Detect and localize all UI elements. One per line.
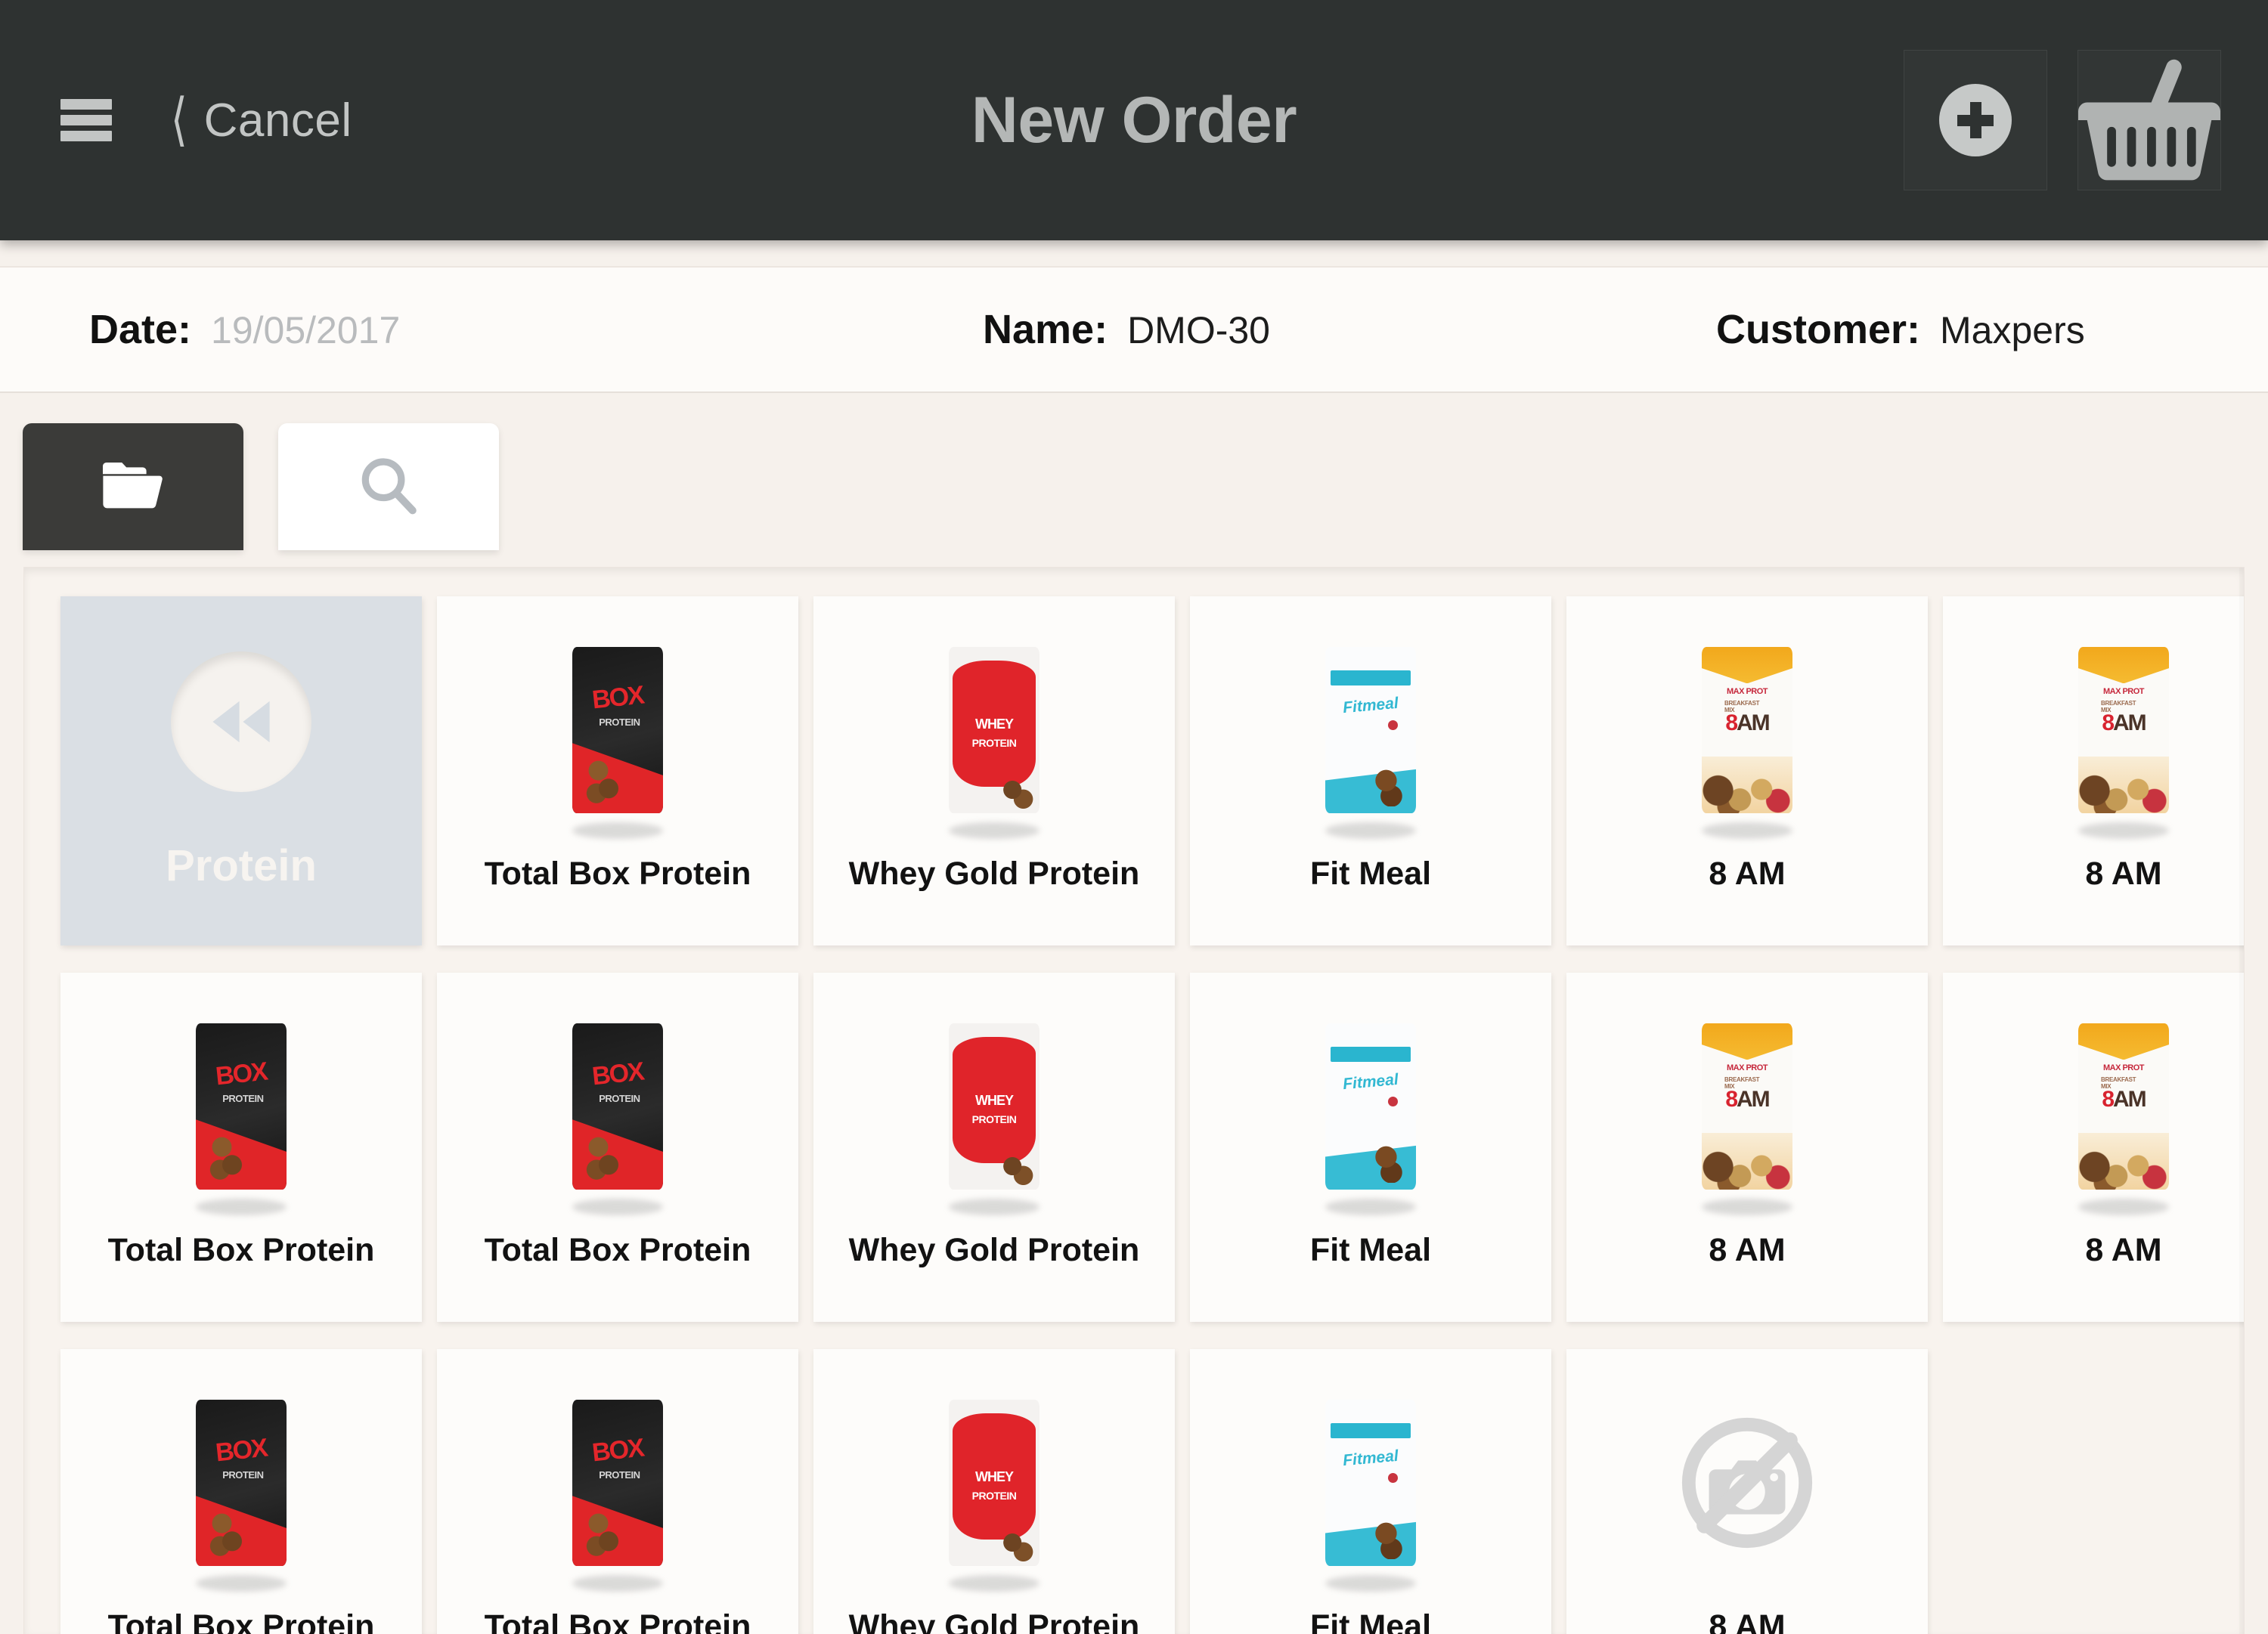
plus-circle-icon	[1939, 84, 2012, 156]
product-label: Fit Meal	[1309, 856, 1432, 892]
product-image: BOX PROTEIN	[437, 973, 798, 1230]
product-label: Fit Meal	[1309, 1608, 1432, 1634]
product-image: Fitmeal	[1190, 973, 1551, 1230]
basket-button[interactable]	[2077, 50, 2221, 190]
product-image: MAX PROT BREAKFAST MIX 8AM	[1566, 973, 1928, 1230]
product-label: Whey Gold Protein	[848, 856, 1140, 892]
name-value: DMO-30	[1127, 309, 1270, 351]
product-grid: Protein BOX PROTEIN Total Box Protein WHEY PR…	[60, 596, 2244, 1634]
product-image: BOX PROTEIN	[437, 1349, 798, 1606]
product-image: MAX PROT BREAKFAST MIX 8AM	[1943, 596, 2244, 853]
product-image: WHEY PROTEIN	[813, 1349, 1175, 1606]
tab-search[interactable]	[278, 423, 499, 550]
category-back-tile[interactable]: Protein	[60, 596, 422, 945]
date-field[interactable]: Date: 19/05/2017	[89, 306, 400, 353]
add-item-button[interactable]	[1904, 50, 2047, 190]
navbar-right-group	[1904, 0, 2221, 240]
customer-label: Customer:	[1716, 307, 1921, 352]
product-label: 8 AM	[2085, 1232, 2162, 1268]
product-label: Fit Meal	[1309, 1232, 1432, 1268]
product-tile[interactable]: MAX PROT BREAKFAST MIX 8AM 8 AM	[1566, 596, 1928, 945]
product-label: 8 AM	[1709, 856, 1786, 892]
product-tile[interactable]: MAX PROT BREAKFAST MIX 8AM 8 AM	[1943, 973, 2244, 1322]
product-image: WHEY PROTEIN	[813, 596, 1175, 853]
tab-catalog[interactable]	[23, 423, 243, 550]
product-tile[interactable]: BOX PROTEIN Total Box Protein	[60, 1349, 422, 1634]
product-label: Total Box Protein	[107, 1608, 375, 1634]
product-label: 8 AM	[1709, 1608, 1786, 1634]
shopping-basket-icon	[2078, 59, 2220, 181]
navbar-left-group: ⟨ Cancel	[60, 91, 352, 149]
vertical-scrollbar[interactable]	[2239, 568, 2244, 1634]
product-tile[interactable]: Fitmeal Fit Meal	[1190, 973, 1551, 1322]
product-image: BOX PROTEIN	[60, 973, 422, 1230]
product-tile[interactable]: BOX PROTEIN Total Box Protein	[60, 973, 422, 1322]
tab-strip	[23, 423, 499, 550]
product-tile[interactable]: Fitmeal Fit Meal	[1190, 1349, 1551, 1634]
product-image: MAX PROT BREAKFAST MIX 8AM	[1566, 596, 1928, 853]
product-tile[interactable]: WHEY PROTEIN Whey Gold Protein	[813, 973, 1175, 1322]
top-navbar: ⟨ Cancel New Order	[0, 0, 2268, 240]
customer-field[interactable]: Customer: Maxpers	[1716, 306, 2085, 353]
product-grid-panel[interactable]: Protein BOX PROTEIN Total Box Protein WHEY PR…	[23, 567, 2245, 1634]
product-tile[interactable]: BOX PROTEIN Total Box Protein	[437, 1349, 798, 1634]
no-image-icon	[1681, 1417, 1813, 1549]
product-label: Total Box Protein	[484, 856, 751, 892]
product-label: Whey Gold Protein	[848, 1232, 1140, 1268]
product-label: Total Box Protein	[107, 1232, 375, 1268]
product-tile[interactable]: WHEY PROTEIN Whey Gold Protein	[813, 1349, 1175, 1634]
rewind-icon	[171, 651, 311, 792]
product-image: BOX PROTEIN	[60, 1349, 422, 1606]
product-label: Total Box Protein	[484, 1608, 751, 1634]
name-label: Name:	[983, 307, 1108, 352]
product-label: 8 AM	[1709, 1232, 1786, 1268]
product-label: Whey Gold Protein	[848, 1608, 1140, 1634]
cancel-label: Cancel	[203, 94, 352, 147]
product-tile[interactable]: Fitmeal Fit Meal	[1190, 596, 1551, 945]
product-tile[interactable]: MAX PROT BREAKFAST MIX 8AM 8 AM	[1943, 596, 2244, 945]
cancel-button[interactable]: ⟨ Cancel	[168, 91, 352, 149]
category-back-label: Protein	[166, 840, 317, 890]
product-tile[interactable]: BOX PROTEIN Total Box Protein	[437, 973, 798, 1322]
customer-value: Maxpers	[1940, 309, 2085, 351]
name-field[interactable]: Name: DMO-30	[983, 306, 1270, 353]
date-label: Date:	[89, 307, 192, 352]
product-image	[1566, 1349, 1928, 1606]
folder-icon	[101, 463, 163, 509]
chevron-left-icon: ⟨	[170, 88, 187, 152]
search-icon	[361, 458, 417, 515]
product-tile[interactable]: BOX PROTEIN Total Box Protein	[437, 596, 798, 945]
product-image: BOX PROTEIN	[437, 596, 798, 853]
product-image: WHEY PROTEIN	[813, 973, 1175, 1230]
date-value: 19/05/2017	[211, 309, 401, 351]
hamburger-icon[interactable]	[60, 99, 112, 141]
product-label: 8 AM	[2085, 856, 2162, 892]
product-tile[interactable]: 8 AM	[1566, 1349, 1928, 1634]
product-tile[interactable]: WHEY PROTEIN Whey Gold Protein	[813, 596, 1175, 945]
product-image: MAX PROT BREAKFAST MIX 8AM	[1943, 973, 2244, 1230]
product-tile[interactable]: MAX PROT BREAKFAST MIX 8AM 8 AM	[1566, 973, 1928, 1322]
order-info-bar: Date: 19/05/2017 Name: DMO-30 Customer: …	[0, 266, 2268, 393]
product-label: Total Box Protein	[484, 1232, 751, 1268]
product-image: Fitmeal	[1190, 596, 1551, 853]
product-image: Fitmeal	[1190, 1349, 1551, 1606]
